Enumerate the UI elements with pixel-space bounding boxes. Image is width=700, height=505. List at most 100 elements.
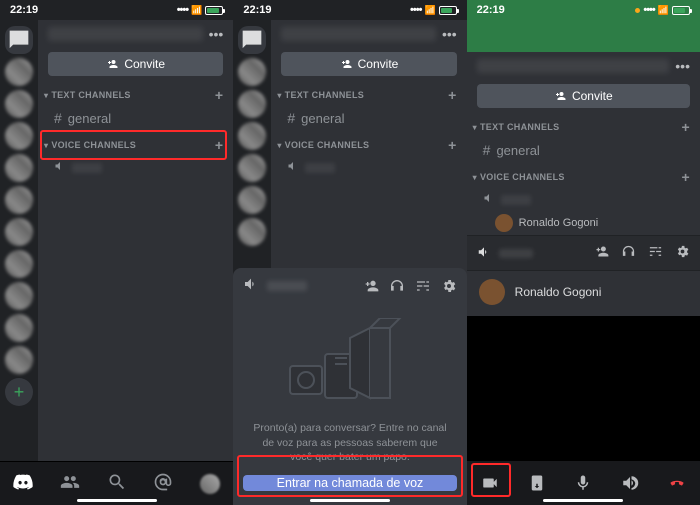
server-avatar[interactable] [5, 58, 33, 86]
server-avatar[interactable] [5, 154, 33, 182]
headphones-icon [621, 244, 636, 259]
add-text-channel-button[interactable]: + [682, 120, 690, 134]
screen-share-icon [528, 474, 546, 492]
add-voice-channel-button[interactable]: + [215, 138, 223, 152]
server-name[interactable] [281, 27, 436, 41]
server-avatar[interactable] [238, 154, 266, 182]
voice-channel[interactable] [38, 156, 233, 179]
voice-user[interactable]: Ronaldo Gogoni [467, 211, 700, 235]
home-indicator [543, 499, 623, 502]
status-time: 22:19 [477, 4, 505, 16]
signal-icon [643, 4, 654, 16]
microphone-icon [574, 474, 592, 492]
signal-icon [177, 4, 188, 16]
text-channels-header[interactable]: ▾ TEXT CHANNELS + [271, 80, 466, 106]
add-text-channel-button[interactable]: + [215, 88, 223, 102]
server-avatar[interactable] [238, 218, 266, 246]
gear-icon [441, 278, 457, 294]
nav-mentions[interactable] [153, 472, 173, 495]
server-name[interactable] [477, 59, 670, 73]
add-text-channel-button[interactable]: + [448, 88, 456, 102]
avatar [479, 279, 505, 305]
server-avatar[interactable] [5, 346, 33, 374]
headphones-button[interactable] [621, 244, 636, 262]
server-avatar[interactable] [5, 250, 33, 278]
screen-share-button[interactable] [528, 474, 546, 492]
server-more-button[interactable]: ••• [442, 26, 457, 42]
status-indicators [410, 4, 457, 16]
video-button[interactable] [481, 474, 499, 492]
voice-channel-name [501, 195, 531, 205]
voice-prompt-text: Pronto(a) para conversar? Entre no canal… [247, 413, 452, 475]
headphones-button[interactable] [389, 278, 405, 294]
server-avatar[interactable] [5, 282, 33, 310]
sliders-icon [648, 244, 663, 259]
invite-button[interactable]: Convite [281, 52, 456, 76]
noise-suppression-button[interactable] [648, 244, 663, 262]
chevron-down-icon: ▾ [277, 91, 281, 100]
server-avatar[interactable] [238, 90, 266, 118]
recording-dot-icon [635, 8, 640, 13]
server-avatar[interactable] [5, 314, 33, 342]
add-user-icon [340, 58, 352, 70]
mute-button[interactable] [574, 474, 592, 492]
voice-illustration [247, 313, 452, 413]
join-voice-button[interactable]: Entrar na chamada de voz [243, 475, 456, 491]
server-avatar[interactable] [5, 218, 33, 246]
speaker-button[interactable] [621, 474, 639, 492]
voice-channel[interactable] [271, 156, 466, 179]
add-user-icon [106, 58, 118, 70]
invite-button[interactable]: Convite [477, 84, 690, 108]
server-avatar[interactable] [238, 58, 266, 86]
server-more-button[interactable]: ••• [675, 58, 690, 74]
settings-button[interactable] [441, 278, 457, 294]
server-avatar[interactable] [238, 122, 266, 150]
voice-channel[interactable] [467, 188, 700, 211]
speaker-icon [54, 160, 66, 175]
voice-channel-name [72, 163, 102, 173]
text-channels-header[interactable]: ▾ TEXT CHANNELS + [38, 80, 233, 106]
speaker-icon [477, 245, 491, 262]
dm-button[interactable] [5, 26, 33, 54]
invite-button[interactable]: Convite [48, 52, 223, 76]
dm-button[interactable] [238, 26, 266, 54]
channel-general[interactable]: # general [271, 106, 466, 130]
server-name[interactable] [48, 27, 203, 41]
voice-channels-header[interactable]: ▾ VOICE CHANNELS + [271, 130, 466, 156]
channel-general[interactable]: # general [38, 106, 233, 130]
nav-search[interactable] [107, 472, 127, 495]
nav-discord[interactable] [13, 472, 33, 495]
battery-icon [205, 6, 223, 15]
participant-row[interactable]: Ronaldo Gogoni [467, 271, 700, 313]
chevron-down-icon: ▾ [473, 123, 477, 132]
speaker-out-icon [621, 474, 639, 492]
home-indicator [77, 499, 157, 502]
channel-general[interactable]: # general [467, 138, 700, 162]
nav-profile[interactable] [200, 474, 220, 494]
disconnect-button[interactable] [668, 474, 686, 492]
server-avatar[interactable] [5, 90, 33, 118]
video-icon [481, 474, 499, 492]
chevron-down-icon: ▾ [44, 91, 48, 100]
voice-channel-title [267, 281, 354, 291]
add-user-button[interactable] [363, 278, 379, 294]
add-voice-channel-button[interactable]: + [448, 138, 456, 152]
server-more-button[interactable]: ••• [209, 26, 224, 42]
add-voice-channel-button[interactable]: + [682, 170, 690, 184]
server-avatar[interactable] [238, 186, 266, 214]
status-indicators [177, 4, 224, 16]
chevron-down-icon: ▾ [44, 141, 48, 150]
battery-icon [439, 6, 457, 15]
add-user-button[interactable] [594, 244, 609, 262]
voice-channel-name [305, 163, 335, 173]
server-avatar[interactable] [5, 186, 33, 214]
text-channels-header[interactable]: ▾ TEXT CHANNELS + [467, 112, 700, 138]
nav-friends[interactable] [60, 472, 80, 495]
voice-channels-header[interactable]: ▾ VOICE CHANNELS + [467, 162, 700, 188]
voice-channels-header[interactable]: ▾ VOICE CHANNELS + [38, 130, 233, 156]
noise-suppression-button[interactable] [415, 278, 431, 294]
server-avatar[interactable] [5, 122, 33, 150]
at-icon [153, 472, 173, 492]
add-server-button[interactable]: + [5, 378, 33, 406]
settings-button[interactable] [675, 244, 690, 262]
